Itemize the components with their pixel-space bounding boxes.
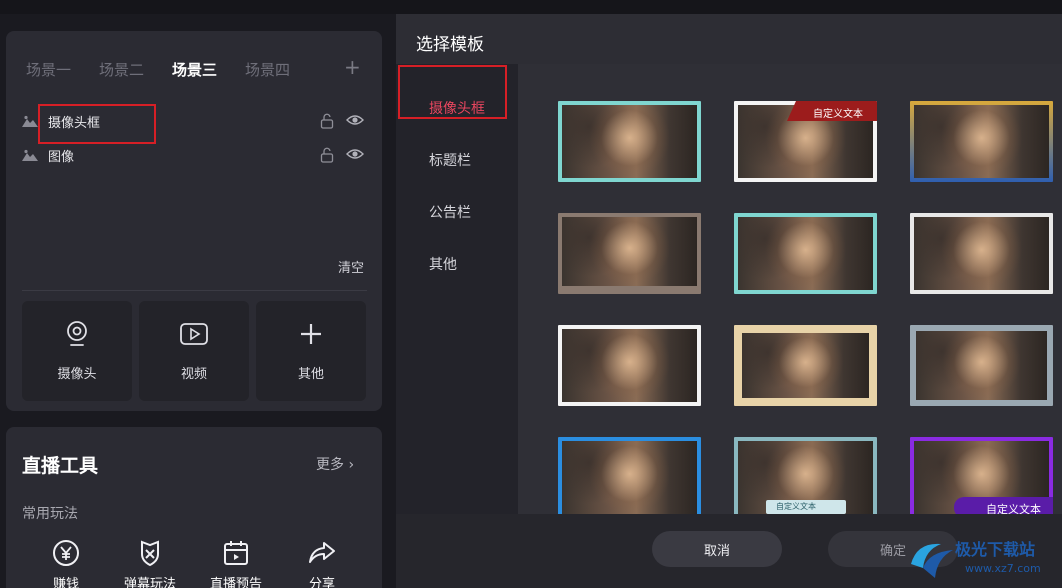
more-button[interactable]: 更多 › xyxy=(316,454,354,474)
video-icon xyxy=(180,323,208,345)
template-thumb[interactable] xyxy=(558,213,701,294)
template-thumb[interactable] xyxy=(910,325,1053,406)
watermark-url: www.xz7.com xyxy=(965,562,1041,575)
template-thumb[interactable] xyxy=(910,213,1053,294)
template-tag: 自定义文本 xyxy=(776,502,816,511)
template-thumb[interactable] xyxy=(558,325,701,406)
eye-icon[interactable] xyxy=(346,147,364,161)
tab-scene-1[interactable]: 场景一 xyxy=(26,59,71,80)
template-thumb[interactable] xyxy=(558,101,701,182)
tool-earn[interactable]: 赚钱 xyxy=(36,539,96,588)
cancel-button[interactable]: 取消 xyxy=(652,531,782,567)
category-notice-bar[interactable]: 公告栏 xyxy=(429,202,471,222)
yen-coin-icon xyxy=(53,540,79,566)
annotation-highlight xyxy=(38,104,156,144)
source-webcam-button[interactable]: 摄像头 xyxy=(22,301,132,401)
clear-button[interactable]: 清空 xyxy=(338,257,364,276)
aurora-logo-icon xyxy=(911,543,953,578)
layer-name: 图像 xyxy=(48,149,75,165)
tool-preview[interactable]: 直播预告 xyxy=(206,539,266,588)
shield-cross-icon xyxy=(141,540,159,567)
category-title-bar[interactable]: 标题栏 xyxy=(429,150,471,170)
source-label: 其他 xyxy=(297,367,324,382)
modal-title: 选择模板 xyxy=(416,35,484,55)
template-thumb[interactable]: 自定义文本 xyxy=(734,101,877,182)
source-video-button[interactable]: 视频 xyxy=(139,301,249,401)
share-arrow-icon xyxy=(309,542,335,563)
more-label: 更多 xyxy=(316,457,344,473)
eye-icon[interactable] xyxy=(346,113,364,127)
image-icon xyxy=(22,115,38,127)
source-label: 视频 xyxy=(180,367,207,382)
webcam-icon xyxy=(67,321,87,346)
layer-item[interactable]: 图像 xyxy=(22,143,367,167)
plus-icon xyxy=(301,324,321,344)
scene-panel: 场景一 场景二 场景三 场景四 + 摄像头框 图像 清空 摄像头 视频 其他 xyxy=(6,31,382,411)
watermark-logo: 极光下载站 www.xz7.com xyxy=(905,530,1062,588)
template-thumb[interactable] xyxy=(558,437,701,514)
source-other-button[interactable]: 其他 xyxy=(256,301,366,401)
live-tools-panel: 直播工具 更多 › 常用玩法 赚钱 弹幕玩法 直播预告 分享 xyxy=(6,427,382,588)
tool-label: 直播预告 xyxy=(209,577,262,588)
tool-danmaku[interactable]: 弹幕玩法 xyxy=(120,539,180,588)
template-grid: 自定义文本 自定义文本 自定义文本 xyxy=(518,64,1062,514)
tool-label: 赚钱 xyxy=(52,577,79,588)
template-tag: 自定义文本 xyxy=(813,109,863,120)
annotation-highlight xyxy=(398,65,507,119)
calendar-icon xyxy=(224,541,248,565)
add-scene-button[interactable]: + xyxy=(344,55,361,79)
category-list: 摄像头框 标题栏 公告栏 其他 xyxy=(396,64,518,514)
source-label: 摄像头 xyxy=(57,367,97,382)
tool-label: 弹幕玩法 xyxy=(123,577,176,588)
tab-scene-3[interactable]: 场景三 xyxy=(172,59,217,80)
tool-label: 分享 xyxy=(308,577,335,588)
tab-scene-2[interactable]: 场景二 xyxy=(99,59,144,80)
chevron-right-icon: › xyxy=(348,457,355,473)
tools-title: 直播工具 xyxy=(22,455,99,477)
scene-tabs: 场景一 场景二 场景三 场景四 xyxy=(26,59,318,80)
template-thumb[interactable]: 自定义文本 xyxy=(910,437,1053,514)
template-thumb[interactable]: 自定义文本 xyxy=(734,437,877,514)
title-strip xyxy=(0,0,1062,14)
watermark-name: 极光下载站 xyxy=(955,540,1036,559)
divider xyxy=(22,290,367,291)
tab-scene-4[interactable]: 场景四 xyxy=(245,59,290,80)
template-thumb[interactable] xyxy=(734,213,877,294)
unlock-icon[interactable] xyxy=(320,147,334,163)
unlock-icon[interactable] xyxy=(320,113,334,129)
template-thumb[interactable] xyxy=(734,325,877,406)
tool-share[interactable]: 分享 xyxy=(292,539,352,588)
modal-header: 选择模板 xyxy=(396,14,1062,64)
tools-subtitle: 常用玩法 xyxy=(22,506,78,522)
template-modal: 选择模板 摄像头框 标题栏 公告栏 其他 自定义文本 自定义文本 自定义文本 取… xyxy=(396,14,1062,588)
template-tag: 自定义文本 xyxy=(986,503,1041,514)
image-icon xyxy=(22,149,38,161)
template-thumb[interactable] xyxy=(910,101,1053,182)
category-other[interactable]: 其他 xyxy=(429,254,457,274)
